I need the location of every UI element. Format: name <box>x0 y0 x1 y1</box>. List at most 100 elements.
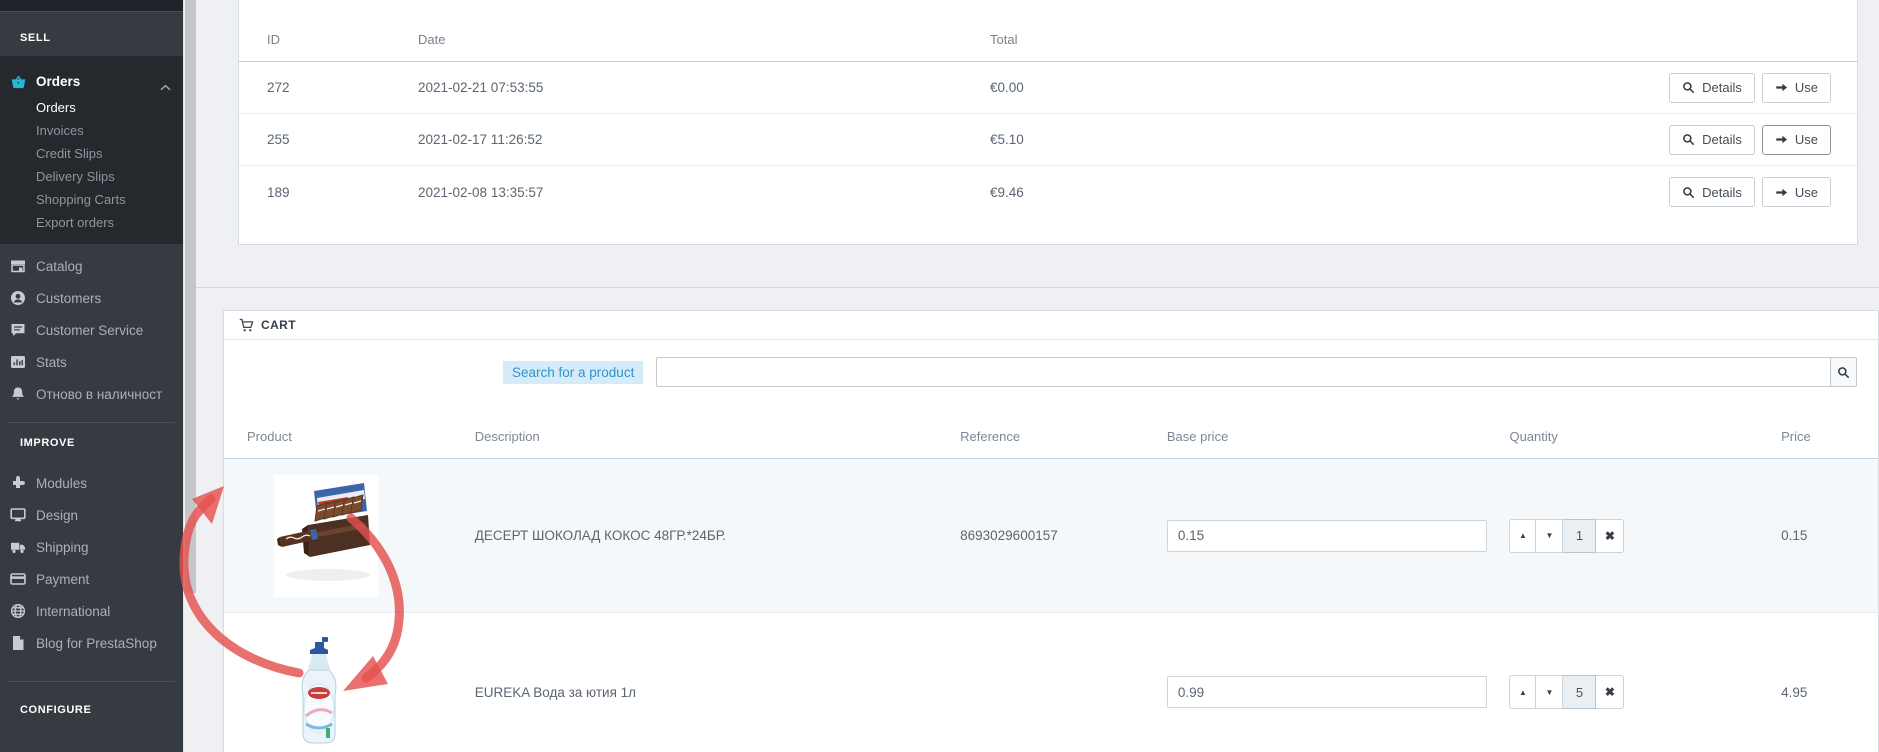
sidebar-item-customer-service[interactable]: Customer Service <box>0 314 183 346</box>
cart-panel: CART Search for a product Product Descri… <box>223 310 1879 752</box>
details-button-label: Details <box>1702 80 1742 95</box>
product-search-button[interactable] <box>1830 357 1857 387</box>
quantity-up-button[interactable]: ▲ <box>1509 518 1537 553</box>
cart-date: 2021-02-17 11:26:52 <box>418 132 543 147</box>
details-button-label: Details <box>1702 132 1742 147</box>
product-price: 0.15 <box>1781 528 1808 543</box>
arrow-right-icon <box>1775 186 1788 199</box>
sidebar-item-modules[interactable]: Modules <box>0 467 183 499</box>
shopping-basket-icon <box>10 73 27 90</box>
column-header-quantity: Quantity <box>1509 429 1558 444</box>
sidebar-orders-block: Orders Orders Invoices Credit Slips Deli… <box>0 56 183 244</box>
globe-icon <box>10 603 26 619</box>
quantity-down-button[interactable]: ▼ <box>1536 518 1564 553</box>
cart-product-row: ДЕСЕРТ ШОКОЛАД КОКОС 48ГР.*24БР. 8693029… <box>224 459 1878 613</box>
details-button[interactable]: Details <box>1669 72 1755 103</box>
bell-icon <box>10 386 26 402</box>
sidebar-item-design[interactable]: Design <box>0 499 183 531</box>
sidebar-item-label: Customer Service <box>36 322 144 338</box>
sidebar-divider <box>8 681 175 682</box>
sidebar-item-label: Отново в наличност <box>36 386 163 402</box>
cart-id: 272 <box>267 80 290 95</box>
sidebar-subitem-invoices[interactable]: Invoices <box>0 119 183 142</box>
table-row: 189 2021-02-08 13:35:57 €9.46 Details Us… <box>239 166 1857 218</box>
sidebar-item-orders[interactable]: Orders <box>0 66 183 96</box>
sidebar-sell-group: Catalog Customers Customer Service Stats… <box>0 244 183 410</box>
cart-icon <box>239 318 254 333</box>
use-button[interactable]: Use <box>1761 177 1831 207</box>
sidebar-scrollbar-thumb[interactable] <box>185 0 196 593</box>
base-price-input[interactable] <box>1166 676 1487 708</box>
cart-panel-header: CART <box>224 311 1878 340</box>
chevron-up-icon[interactable] <box>160 78 171 90</box>
product-reference: 8693029600157 <box>960 528 1058 543</box>
credit-card-icon <box>10 571 26 587</box>
sidebar-item-customers[interactable]: Customers <box>0 282 183 314</box>
monitor-icon <box>10 507 26 523</box>
sidebar-item-blog[interactable]: Blog for PrestaShop <box>0 627 183 659</box>
sidebar-item-orders-label: Orders <box>36 73 81 89</box>
product-image-chocolate-box <box>274 474 378 597</box>
product-search-row: Search for a product <box>224 357 1878 387</box>
previous-carts-panel: ID Date Total 272 2021-02-21 07:53:55 €0… <box>238 0 1858 245</box>
sidebar-divider <box>8 422 175 423</box>
document-icon <box>10 635 26 651</box>
use-button-label: Use <box>1794 132 1818 147</box>
details-button[interactable]: Details <box>1669 177 1755 207</box>
search-product-label: Search for a product <box>503 360 644 384</box>
sidebar-section-improve: IMPROVE <box>20 437 75 449</box>
quantity-stepper: ▲ ▼ 1 ✖ <box>1509 518 1625 553</box>
table-row: 255 2021-02-17 11:26:52 €5.10 Details Us… <box>239 114 1857 166</box>
quantity-value[interactable]: 5 <box>1563 675 1597 709</box>
sidebar-section-configure: CONFIGURE <box>20 704 92 716</box>
puzzle-icon <box>10 475 26 491</box>
cart-id: 255 <box>267 132 290 147</box>
quantity-up-button[interactable]: ▲ <box>1509 675 1537 709</box>
cart-panel-title: CART <box>261 318 296 332</box>
chat-bubble-icon <box>10 322 26 338</box>
customer-icon <box>10 290 26 306</box>
sidebar-scrollbar[interactable] <box>183 0 196 752</box>
sidebar-subitem-credit-slips[interactable]: Credit Slips <box>0 142 183 165</box>
sidebar-subitem-export-orders[interactable]: Export orders <box>0 211 183 234</box>
sidebar-top-item-partial[interactable] <box>0 0 183 12</box>
section-divider <box>196 287 1879 288</box>
sidebar-item-stats[interactable]: Stats <box>0 346 183 378</box>
use-button[interactable]: Use <box>1761 124 1831 155</box>
details-button[interactable]: Details <box>1669 124 1755 155</box>
sidebar-subitem-delivery-slips[interactable]: Delivery Slips <box>0 165 183 188</box>
cart-id: 189 <box>267 184 290 200</box>
remove-product-button[interactable]: ✖ <box>1596 675 1625 709</box>
sidebar-item-international[interactable]: International <box>0 595 183 627</box>
use-button-label: Use <box>1794 80 1818 95</box>
column-header-total: Total <box>990 32 1018 47</box>
cart-total: €5.10 <box>990 132 1024 147</box>
sidebar-item-shipping[interactable]: Shipping <box>0 531 183 563</box>
sidebar-item-label: International <box>36 603 111 619</box>
quantity-value[interactable]: 1 <box>1563 518 1597 553</box>
use-button[interactable]: Use <box>1761 72 1831 103</box>
prestashop-admin-screen: SELL Orders Orders Invoices Credit Slips… <box>0 0 1879 752</box>
column-header-price: Price <box>1781 429 1811 444</box>
sidebar: SELL Orders Orders Invoices Credit Slips… <box>0 0 183 752</box>
sidebar-subitem-orders[interactable]: Orders <box>0 96 183 119</box>
column-header-id: ID <box>267 32 280 47</box>
sidebar-item-back-in-stock[interactable]: Отново в наличност <box>0 378 183 410</box>
cart-product-row: EUREKA Вода за ютия 1л ▲ ▼ 5 ✖ 4.95 <box>224 613 1878 752</box>
sidebar-subitem-shopping-carts[interactable]: Shopping Carts <box>0 188 183 211</box>
sidebar-item-payment[interactable]: Payment <box>0 563 183 595</box>
product-search-input[interactable] <box>656 357 1830 387</box>
cart-table-header: Product Description Reference Base price… <box>224 429 1878 459</box>
table-row: 272 2021-02-21 07:53:55 €0.00 Details Us… <box>239 62 1857 114</box>
magnifier-icon <box>1837 366 1850 379</box>
base-price-input[interactable] <box>1166 519 1487 552</box>
magnifier-icon <box>1682 186 1695 199</box>
use-button-label: Use <box>1794 184 1818 200</box>
quantity-down-button[interactable]: ▼ <box>1536 675 1564 709</box>
magnifier-icon <box>1682 81 1695 94</box>
remove-product-button[interactable]: ✖ <box>1596 518 1625 553</box>
magnifier-icon <box>1682 133 1695 146</box>
details-button-label: Details <box>1702 184 1742 200</box>
sidebar-item-catalog[interactable]: Catalog <box>0 250 183 282</box>
cart-total: €9.46 <box>990 184 1024 200</box>
